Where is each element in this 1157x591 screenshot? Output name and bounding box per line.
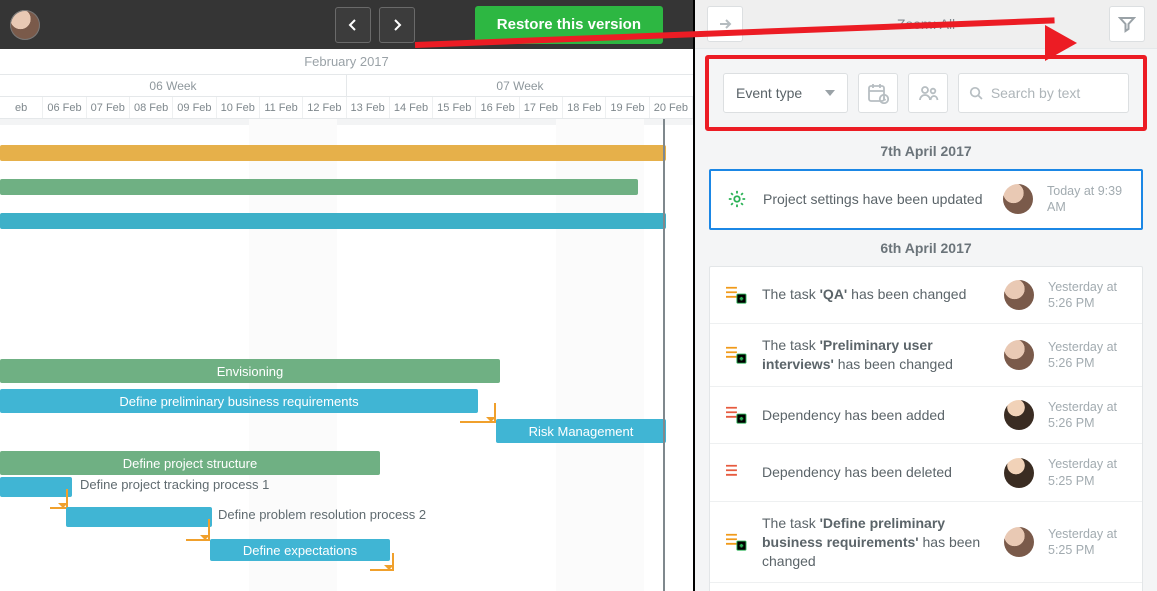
chevron-right-icon xyxy=(390,18,404,32)
event-user-avatar[interactable] xyxy=(1003,184,1033,214)
restore-version-button[interactable]: Restore this version xyxy=(475,6,663,44)
event-user-avatar[interactable] xyxy=(1004,458,1034,488)
event-type-icon xyxy=(724,532,748,552)
gantt-label: Define project tracking process 1 xyxy=(80,477,269,492)
search-input[interactable] xyxy=(989,84,1118,102)
gantt-bar[interactable] xyxy=(0,213,666,229)
timeline-day: 14 Feb xyxy=(390,97,433,118)
history-topbar: Zoom: All xyxy=(695,0,1157,49)
zoom-label: Zoom: All xyxy=(743,16,1109,32)
event-card: The task 'QA' has been changed Yesterday … xyxy=(709,266,1143,591)
event-row[interactable]: The task 'Define preliminary business re… xyxy=(710,501,1142,583)
gantt-bar[interactable] xyxy=(0,145,666,161)
gantt-bar-structure[interactable]: Define project structure xyxy=(0,451,380,475)
event-type-icon xyxy=(724,285,748,305)
event-type-icon xyxy=(724,405,748,425)
event-timestamp: Today at 9:39 AM xyxy=(1047,183,1127,216)
timeline-day: 10 Feb xyxy=(217,97,260,118)
event-row[interactable]: The task 'QA' has been changed Yesterday … xyxy=(710,267,1142,324)
timeline-header: February 2017 06 Week07 Week eb06 Feb07 … xyxy=(0,49,693,119)
timeline-day: 13 Feb xyxy=(347,97,390,118)
events-date-header: 6th April 2017 xyxy=(709,240,1143,256)
event-type-label: Event type xyxy=(736,85,802,101)
timeline-day: 20 Feb xyxy=(650,97,693,118)
arrow-right-icon xyxy=(717,16,733,32)
event-description: Dependency has been added xyxy=(762,406,990,425)
timeline-weeks: 06 Week07 Week xyxy=(0,75,693,97)
event-description: The task 'Define preliminary business re… xyxy=(762,514,990,571)
timeline-day: eb xyxy=(0,97,43,118)
event-description: The task 'QA' has been changed xyxy=(762,285,990,304)
timeline-day: 12 Feb xyxy=(303,97,346,118)
gantt-bar-expectations[interactable]: Define expectations xyxy=(210,539,390,561)
event-timestamp: Yesterday at 5:26 PM xyxy=(1048,339,1128,372)
people-icon xyxy=(917,82,939,104)
chevron-left-icon xyxy=(346,18,360,32)
event-type-icon xyxy=(724,345,748,365)
timeline-days: eb06 Feb07 Feb08 Feb09 Feb10 Feb11 Feb12… xyxy=(0,97,693,119)
gantt-chart[interactable]: Envisioning Define preliminary business … xyxy=(0,119,693,591)
timeline-day: 17 Feb xyxy=(520,97,563,118)
timeline-month: February 2017 xyxy=(0,49,693,75)
timeline-day: 16 Feb xyxy=(476,97,519,118)
version-topbar: Restore this version xyxy=(0,0,693,49)
timeline-day: 09 Feb xyxy=(173,97,216,118)
event-row[interactable]: The task 'Preliminary user interviews' h… xyxy=(710,323,1142,386)
gantt-bar-define-req[interactable]: Define preliminary business requirements xyxy=(0,389,478,413)
collapse-button[interactable] xyxy=(707,6,743,42)
funnel-icon xyxy=(1118,15,1136,33)
gantt-bar-envisioning[interactable]: Envisioning xyxy=(0,359,500,383)
filter-bar: Event type xyxy=(705,55,1147,131)
event-timestamp: Yesterday at 5:26 PM xyxy=(1048,399,1128,432)
search-field[interactable] xyxy=(958,73,1129,113)
timeline-day: 11 Feb xyxy=(260,97,303,118)
event-user-avatar[interactable] xyxy=(1004,280,1034,310)
timeline-day: 15 Feb xyxy=(433,97,476,118)
event-description: Project settings have been updated xyxy=(763,190,989,209)
event-type-dropdown[interactable]: Event type xyxy=(723,73,848,113)
event-timestamp: Yesterday at 5:25 PM xyxy=(1048,526,1128,559)
calendar-clock-icon xyxy=(867,82,889,104)
timeline-day: 08 Feb xyxy=(130,97,173,118)
event-row[interactable]: Project settings have been updated Today … xyxy=(711,171,1141,228)
event-type-icon xyxy=(724,463,748,483)
event-row[interactable]: Dependency has been deleted Yesterday at … xyxy=(710,443,1142,501)
date-filter-button[interactable] xyxy=(858,73,898,113)
timeline-day: 07 Feb xyxy=(87,97,130,118)
event-row[interactable]: Dependency has been added Yesterday at 5:… xyxy=(710,386,1142,444)
caret-down-icon xyxy=(825,90,835,96)
user-avatar[interactable] xyxy=(10,10,40,40)
timeline-day: 19 Feb xyxy=(606,97,649,118)
event-timestamp: Yesterday at 5:26 PM xyxy=(1048,279,1128,312)
timeline-day: 18 Feb xyxy=(563,97,606,118)
event-user-avatar[interactable] xyxy=(1004,340,1034,370)
events-list[interactable]: 7th April 2017 Project settings have bee… xyxy=(695,135,1157,591)
timeline-week: 07 Week xyxy=(347,75,693,96)
filter-toggle-button[interactable] xyxy=(1109,6,1145,42)
gantt-label: Define problem resolution process 2 xyxy=(218,507,426,522)
prev-version-button[interactable] xyxy=(335,7,371,43)
events-date-header: 7th April 2017 xyxy=(709,143,1143,159)
event-row[interactable]: Project settings have been updatedYester… xyxy=(710,582,1142,591)
event-user-avatar[interactable] xyxy=(1004,527,1034,557)
next-version-button[interactable] xyxy=(379,7,415,43)
event-timestamp: Yesterday at 5:25 PM xyxy=(1048,456,1128,489)
event-type-icon xyxy=(725,189,749,209)
gantt-bar-risk[interactable]: Risk Management xyxy=(496,419,666,443)
people-filter-button[interactable] xyxy=(908,73,948,113)
event-user-avatar[interactable] xyxy=(1004,400,1034,430)
event-description: The task 'Preliminary user interviews' h… xyxy=(762,336,990,374)
timeline-day: 06 Feb xyxy=(43,97,86,118)
timeline-week: 06 Week xyxy=(0,75,347,96)
search-icon xyxy=(969,85,983,101)
history-pane: Zoom: All Event type xyxy=(695,0,1157,591)
event-description: Dependency has been deleted xyxy=(762,463,990,482)
event-card-selected[interactable]: Project settings have been updated Today … xyxy=(709,169,1143,230)
gantt-pane: Restore this version February 2017 06 We… xyxy=(0,0,695,591)
gantt-bar[interactable] xyxy=(0,179,638,195)
